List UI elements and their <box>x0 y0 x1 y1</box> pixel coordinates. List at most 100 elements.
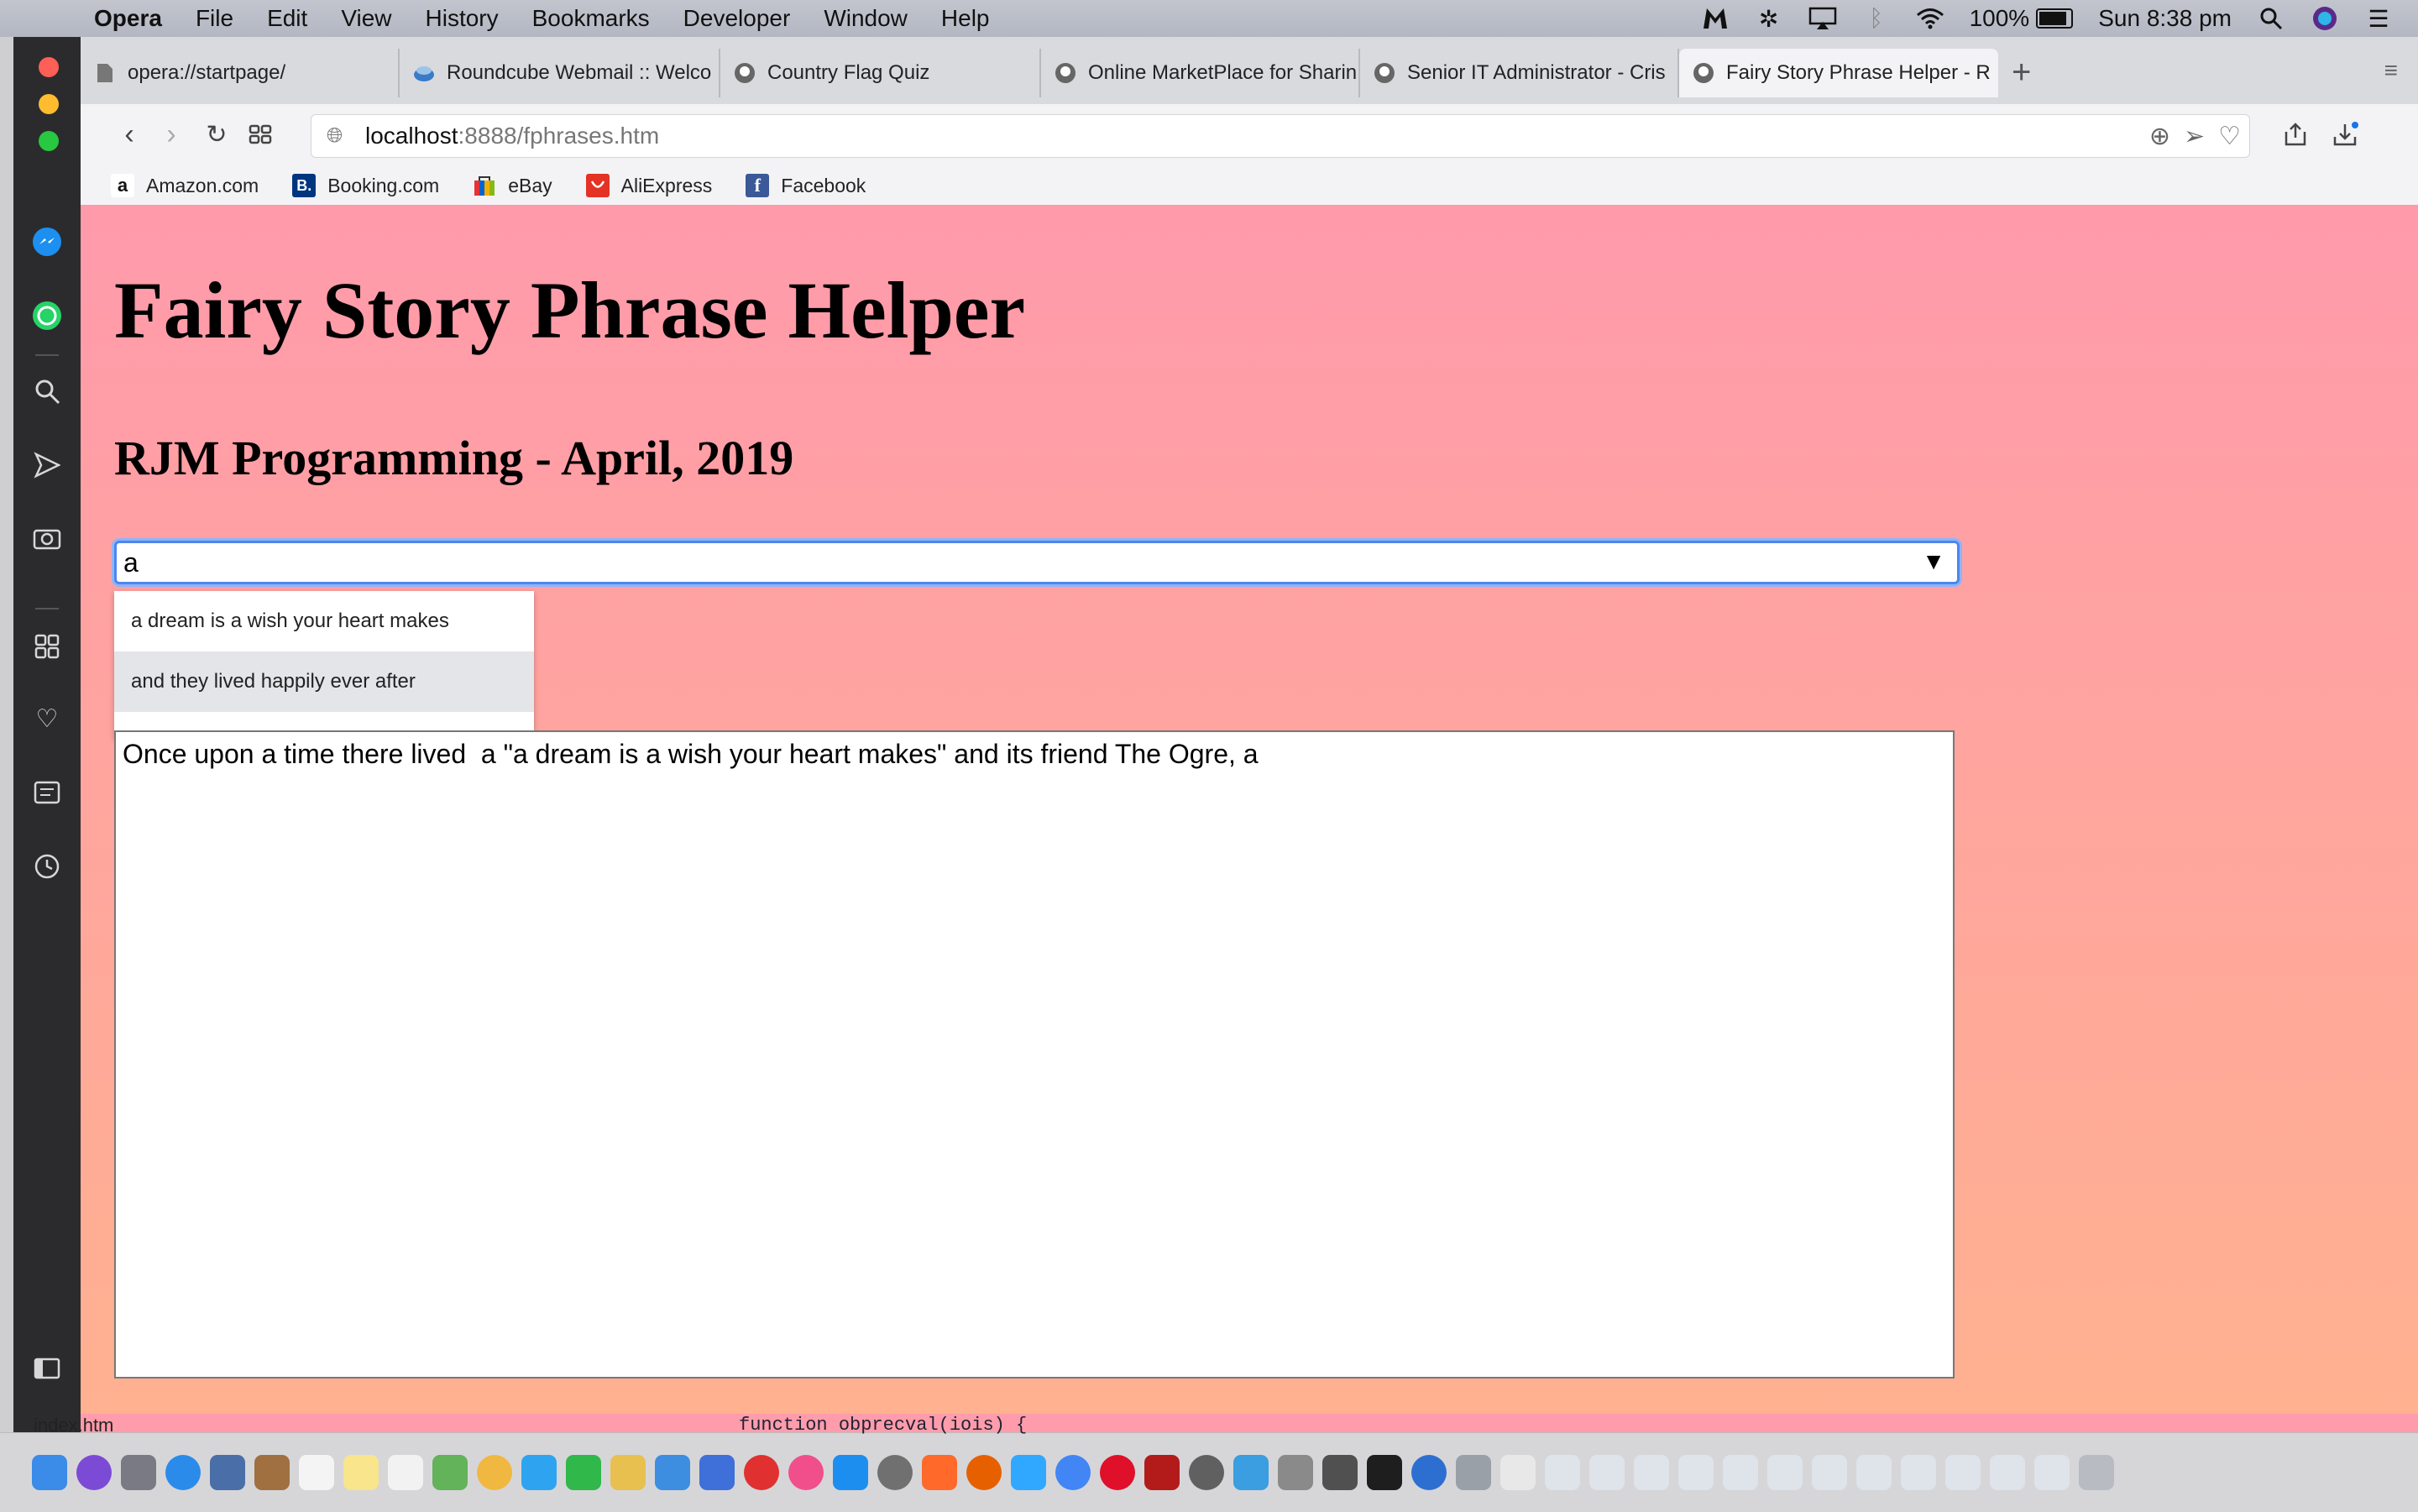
minimized-window-icon[interactable] <box>1767 1455 1803 1490</box>
new-tab-plus-icon[interactable]: + <box>2012 54 2031 92</box>
bluetooth-icon[interactable]: ᛒ <box>1862 5 1891 31</box>
system-preferences-icon[interactable] <box>877 1455 913 1490</box>
window-close-button[interactable] <box>39 57 59 77</box>
malwarebytes-icon[interactable] <box>1701 6 1730 31</box>
menu-edit[interactable]: Edit <box>267 5 307 32</box>
app-icon[interactable] <box>922 1455 957 1490</box>
window-minimize-button[interactable] <box>39 94 59 114</box>
tab-fairy-story-phrase-helper[interactable]: Fairy Story Phrase Helper - R <box>1679 49 1998 97</box>
minimized-window-icon[interactable] <box>1856 1455 1892 1490</box>
add-bookmark-heart-icon[interactable]: ♡ <box>2218 122 2241 151</box>
music-icon[interactable] <box>788 1455 824 1490</box>
battery-status[interactable]: 100% <box>1970 5 2074 32</box>
keynote-icon[interactable] <box>699 1455 735 1490</box>
minimized-window-icon[interactable] <box>1990 1455 2025 1490</box>
firefox-icon[interactable] <box>966 1455 1002 1490</box>
suggestion-item-highlighted[interactable]: and they lived happily ever after <box>114 651 534 712</box>
airplay-icon[interactable] <box>1808 6 1837 31</box>
tab-roundcube-webmail[interactable]: Roundcube Webmail :: Welco <box>400 49 720 97</box>
tab-senior-it-administrator[interactable]: Senior IT Administrator - Cris <box>1360 49 1679 97</box>
dropdown-triangle-icon[interactable]: ▼ <box>1922 548 1945 575</box>
app-icon[interactable] <box>1278 1455 1313 1490</box>
bookmark-aliexpress[interactable]: AliExpress <box>585 174 712 197</box>
quicktime-icon[interactable] <box>1411 1455 1447 1490</box>
tab-opera-startpage[interactable]: opera://startpage/ <box>81 49 400 97</box>
menu-bookmarks[interactable]: Bookmarks <box>532 5 650 32</box>
notification-center-icon[interactable]: ☰ <box>2364 6 2393 32</box>
preview-icon[interactable] <box>210 1455 245 1490</box>
finder-icon[interactable] <box>32 1455 67 1490</box>
siri-icon[interactable] <box>2311 6 2339 31</box>
suggestion-item[interactable]: a dream is a wish your heart makes <box>114 591 534 651</box>
search-icon[interactable] <box>30 374 64 408</box>
sidebar-toggle-icon[interactable] <box>30 1352 64 1385</box>
photos-icon[interactable] <box>477 1455 512 1490</box>
downloads-icon[interactable] <box>2327 116 2364 153</box>
messages-icon[interactable] <box>521 1455 557 1490</box>
site-info-globe-icon[interactable]: 🌐︎ <box>327 124 352 148</box>
numbers-icon[interactable] <box>655 1455 690 1490</box>
minimized-window-icon[interactable] <box>1723 1455 1758 1490</box>
spotlight-search-icon[interactable] <box>2257 6 2285 31</box>
safari-icon[interactable] <box>165 1455 201 1490</box>
window-zoom-button[interactable] <box>39 131 59 151</box>
calendar-icon[interactable] <box>299 1455 334 1490</box>
minimized-window-icon[interactable] <box>1945 1455 1981 1490</box>
phrase-combobox[interactable]: ▼ <box>114 541 1960 584</box>
minimized-window-icon[interactable] <box>1634 1455 1669 1490</box>
bookmarks-heart-icon[interactable]: ♡ <box>30 702 64 735</box>
app-icon[interactable] <box>1233 1455 1269 1490</box>
menu-file[interactable]: File <box>196 5 233 32</box>
menu-view[interactable]: View <box>341 5 391 32</box>
minimized-window-icon[interactable] <box>1678 1455 1714 1490</box>
url-field[interactable]: 🌐︎ localhost :8888/fphrases.htm ⊕ ➢ ♡ <box>311 114 2250 158</box>
bookmark-amazon[interactable]: a Amazon.com <box>111 174 259 197</box>
messenger-icon[interactable] <box>30 225 64 259</box>
siri-dock-icon[interactable] <box>76 1455 112 1490</box>
menu-history[interactable]: History <box>426 5 499 32</box>
minimized-window-icon[interactable] <box>2034 1455 2070 1490</box>
flow-send-icon[interactable] <box>30 448 64 482</box>
maps-icon[interactable] <box>432 1455 468 1490</box>
menubar-clock[interactable]: Sun 8:38 pm <box>2098 5 2232 32</box>
filezilla-icon[interactable] <box>1144 1455 1180 1490</box>
snapshot-camera-icon[interactable] <box>30 521 64 554</box>
news-icon[interactable] <box>30 776 64 809</box>
share-icon[interactable] <box>2277 116 2314 153</box>
tab-online-marketplace[interactable]: Online MarketPlace for Sharin <box>1041 49 1360 97</box>
photoshop-icon[interactable] <box>1011 1455 1046 1490</box>
menu-app-opera[interactable]: Opera <box>94 5 162 32</box>
bookmark-ebay[interactable]: eBay <box>473 174 552 197</box>
facetime-icon[interactable] <box>566 1455 601 1490</box>
zoom-icon[interactable]: ⊕ <box>2149 122 2170 151</box>
gimp-icon[interactable] <box>1322 1455 1358 1490</box>
contacts-icon[interactable] <box>254 1455 290 1490</box>
wifi-icon[interactable] <box>1916 6 1944 31</box>
news-dock-icon[interactable] <box>744 1455 779 1490</box>
send-to-flow-icon[interactable]: ➢ <box>2184 122 2205 151</box>
forward-arrow-icon[interactable]: › <box>153 116 190 153</box>
minimized-window-icon[interactable] <box>1589 1455 1625 1490</box>
notes-icon[interactable] <box>343 1455 379 1490</box>
tab-menu-icon[interactable]: ≡ <box>2384 57 2398 84</box>
utility-gear-icon[interactable]: ✲ <box>1755 6 1783 32</box>
menu-developer[interactable]: Developer <box>683 5 791 32</box>
bookmark-booking[interactable]: B. Booking.com <box>292 174 439 197</box>
tab-grid-icon[interactable] <box>242 116 279 153</box>
back-arrow-icon[interactable]: ‹ <box>111 116 148 153</box>
speed-dial-grid-icon[interactable] <box>30 630 64 663</box>
app-store-icon[interactable] <box>833 1455 868 1490</box>
reload-icon[interactable]: ↻ <box>198 116 235 153</box>
menu-window[interactable]: Window <box>824 5 908 32</box>
pages-icon[interactable] <box>610 1455 646 1490</box>
opera-icon[interactable] <box>1100 1455 1135 1490</box>
story-textarea[interactable]: Once upon a time there lived a "a dream … <box>114 730 1955 1379</box>
bookmark-facebook[interactable]: f Facebook <box>746 174 866 197</box>
minimized-window-icon[interactable] <box>1545 1455 1580 1490</box>
reminders-icon[interactable] <box>388 1455 423 1490</box>
whatsapp-icon[interactable] <box>30 299 64 332</box>
tab-country-flag-quiz[interactable]: Country Flag Quiz <box>720 49 1041 97</box>
app-icon[interactable] <box>1189 1455 1224 1490</box>
launchpad-icon[interactable] <box>121 1455 156 1490</box>
app-icon[interactable] <box>1456 1455 1491 1490</box>
